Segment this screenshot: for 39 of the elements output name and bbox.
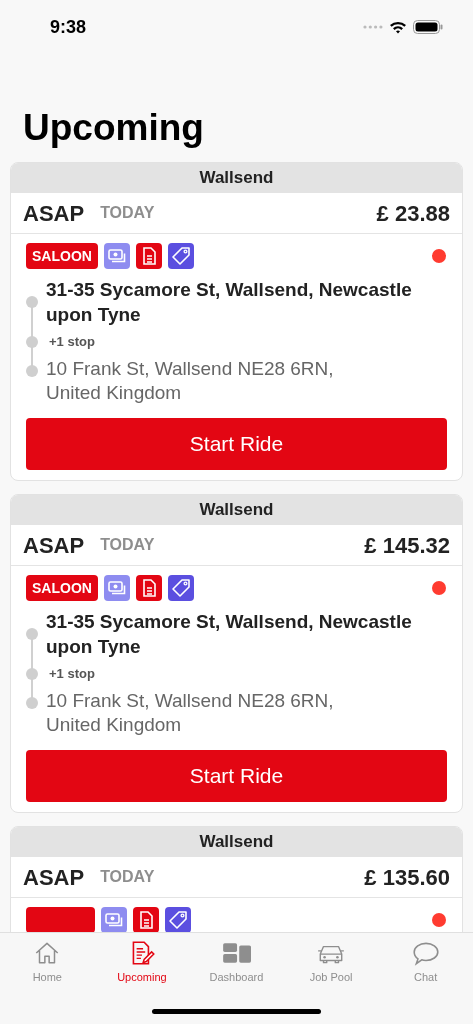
cash-icon bbox=[103, 243, 130, 269]
ride-day: TODAY bbox=[100, 865, 155, 889]
dropoff-address: 10 Frank St, Wallsend NE28 6RN, United Kingdom bbox=[46, 357, 335, 405]
document-icon bbox=[135, 575, 162, 601]
ride-price: £ 135.60 bbox=[364, 863, 450, 892]
cash-icon bbox=[103, 575, 130, 601]
signal-icon bbox=[363, 25, 383, 29]
status-time: 9:38 bbox=[50, 15, 87, 39]
stops-label: +1 stop bbox=[49, 333, 96, 351]
ride-price: £ 23.88 bbox=[376, 199, 450, 228]
document-icon bbox=[135, 243, 162, 269]
tag-icon bbox=[167, 243, 194, 269]
region-header: Wallsend bbox=[11, 163, 462, 193]
stops-label: +1 stop bbox=[49, 665, 96, 683]
start-ride-button[interactable]: Start Ride bbox=[26, 418, 447, 470]
vehicle-badge: SALOON bbox=[26, 575, 98, 601]
ride-time: ASAP bbox=[23, 863, 85, 892]
dropoff-address: 10 Frank St, Wallsend NE28 6RN, United Kingdom bbox=[46, 689, 335, 737]
pickup-address: 31-35 Sycamore St, Wallsend, Newcastle upon Tyne bbox=[46, 610, 413, 659]
vehicle-badge: SALOON bbox=[26, 243, 98, 269]
tab-item[interactable]: Upcoming bbox=[101, 939, 182, 986]
tag-icon bbox=[167, 575, 194, 601]
page-title: Upcoming bbox=[23, 106, 205, 150]
tab-item[interactable]: Chat bbox=[385, 939, 466, 986]
battery-icon bbox=[413, 20, 443, 34]
ride-day: TODAY bbox=[100, 201, 155, 225]
start-ride-button[interactable]: Start Ride bbox=[26, 750, 447, 802]
ride-day: TODAY bbox=[100, 533, 155, 557]
vehicle-badge bbox=[26, 907, 95, 933]
region-header: Wallsend bbox=[11, 827, 462, 857]
tab-item[interactable]: Home bbox=[7, 939, 88, 986]
tab-item[interactable]: Job Pool bbox=[291, 939, 372, 986]
tab-item[interactable]: Dashboard bbox=[196, 939, 277, 986]
region-header: Wallsend bbox=[11, 495, 462, 525]
ride-time: ASAP bbox=[23, 531, 85, 560]
ride-price: £ 145.32 bbox=[364, 531, 450, 560]
ride-time: ASAP bbox=[23, 199, 85, 228]
pickup-address: 31-35 Sycamore St, Wallsend, Newcastle upon Tyne bbox=[46, 278, 413, 327]
wifi-icon bbox=[389, 20, 407, 34]
